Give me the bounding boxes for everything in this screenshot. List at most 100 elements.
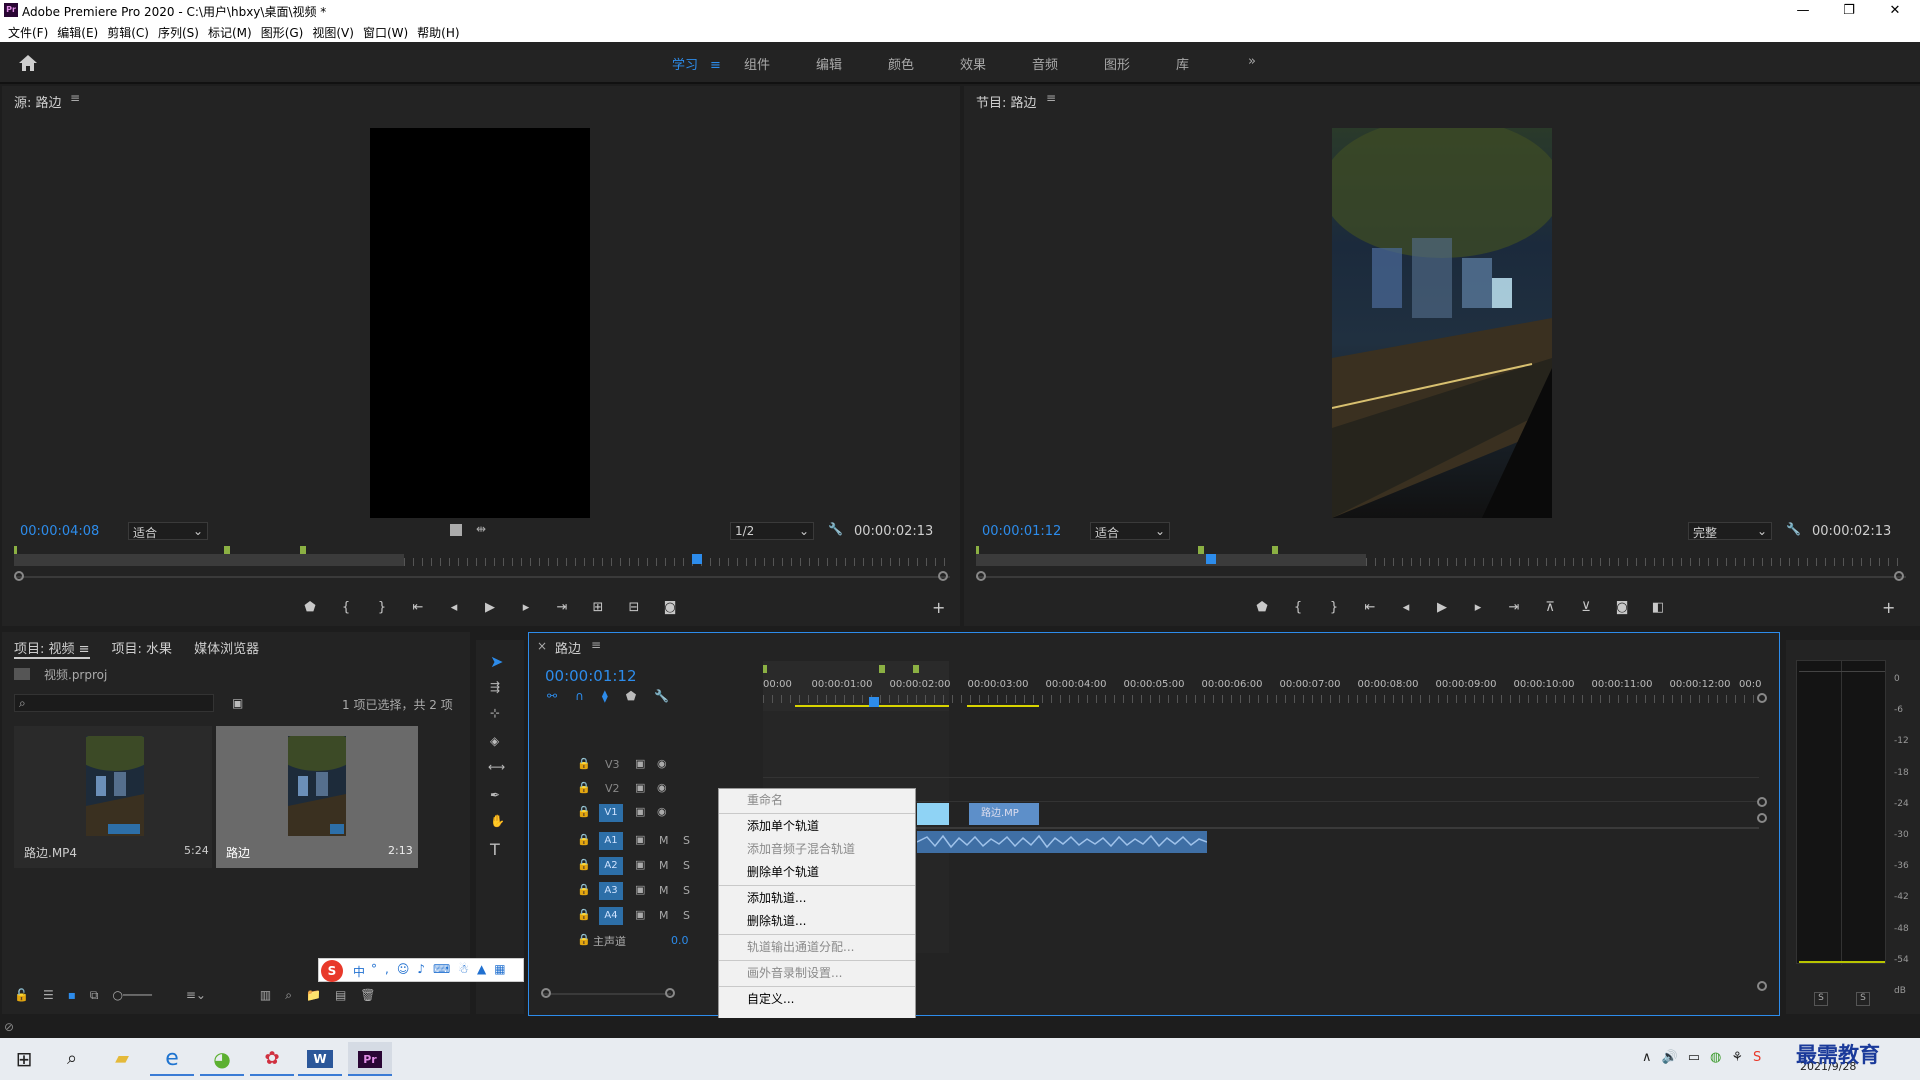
source-playhead[interactable]: [692, 554, 702, 564]
mark-in-icon[interactable]: {: [336, 600, 356, 615]
timeline-timecode[interactable]: 00:00:01:12: [545, 667, 637, 685]
mute-button[interactable]: M: [659, 859, 669, 872]
menu-edit[interactable]: 编辑(E): [55, 22, 105, 42]
lock-icon[interactable]: 🔒: [577, 933, 591, 946]
insert-clip-icon[interactable]: ⊞: [588, 600, 608, 615]
sequence-tab[interactable]: 路边: [555, 638, 581, 657]
sync-lock-icon[interactable]: ▣: [635, 805, 645, 818]
workspace-tab-color[interactable]: 颜色: [888, 54, 960, 73]
new-bin-icon[interactable]: 📁: [306, 988, 321, 1003]
solo-button[interactable]: S: [683, 909, 690, 922]
menu-item-add-tracks[interactable]: 添加轨道...: [719, 887, 915, 910]
tab-media-browser[interactable]: 媒体浏览器: [194, 638, 259, 659]
home-icon[interactable]: [18, 54, 38, 72]
menu-item-delete-tracks[interactable]: 删除轨道...: [719, 910, 915, 933]
program-quality-dropdown[interactable]: 完整 ⌄: [1688, 522, 1772, 540]
workspace-tab-editing[interactable]: 编辑: [816, 54, 888, 73]
timeline-playhead[interactable]: [869, 697, 879, 707]
snap-icon[interactable]: ∩: [575, 689, 584, 703]
overwrite-clip-icon[interactable]: ⊟: [624, 600, 644, 615]
add-marker-icon[interactable]: ⬟: [626, 689, 636, 703]
mute-button[interactable]: M: [659, 909, 669, 922]
program-scrub-area[interactable]: [976, 546, 1906, 566]
play-icon[interactable]: ▶: [1432, 600, 1452, 615]
zoom-handle-right[interactable]: [1894, 571, 1904, 581]
menu-marker[interactable]: 标记(M): [206, 22, 259, 42]
track-label[interactable]: A2: [599, 857, 623, 875]
lock-icon[interactable]: 🔒: [577, 833, 591, 846]
scroll-handle[interactable]: [541, 988, 551, 998]
solo-right-button[interactable]: S: [1856, 992, 1870, 1006]
workspace-tab-learn[interactable]: 学习 ≡: [672, 54, 744, 73]
project-search-input[interactable]: ⌕: [14, 694, 214, 712]
horizontal-scrollbar[interactable]: [543, 993, 671, 995]
track-select-tool-icon[interactable]: ⇶: [490, 680, 500, 694]
source-scrub-area[interactable]: [14, 546, 948, 566]
mute-button[interactable]: M: [659, 884, 669, 897]
new-item-icon[interactable]: ▤: [335, 988, 346, 1003]
source-timecode[interactable]: 00:00:04:08: [20, 524, 99, 539]
app-icon[interactable]: ✿: [250, 1042, 294, 1076]
tray-chevron-icon[interactable]: ∧: [1642, 1050, 1652, 1065]
program-timecode[interactable]: 00:00:01:12: [982, 524, 1061, 539]
ime-mode[interactable]: 中: [353, 963, 365, 980]
menu-graphics[interactable]: 图形(G): [259, 22, 311, 42]
workspace-tab-graphics[interactable]: 图形: [1104, 54, 1176, 73]
safe-margins-icon[interactable]: [450, 524, 462, 536]
menu-clip[interactable]: 剪辑(C): [105, 22, 156, 42]
add-marker-icon[interactable]: ⬟: [1252, 600, 1272, 615]
master-volume[interactable]: 0.0: [671, 934, 689, 947]
project-item[interactable]: 路边.MP4 5:24: [14, 726, 212, 868]
mark-out-icon[interactable]: }: [372, 600, 392, 615]
wrench-icon[interactable]: 🔧: [1786, 522, 1801, 536]
slip-tool-icon[interactable]: ⟷: [488, 760, 505, 774]
razor-tool-icon[interactable]: ◈: [490, 734, 499, 748]
edge-browser-icon[interactable]: e: [150, 1042, 194, 1076]
menu-lines-icon[interactable]: ≡: [710, 58, 721, 73]
word-icon[interactable]: W: [298, 1042, 342, 1076]
source-fit-dropdown[interactable]: 适合 ⌄: [128, 522, 208, 540]
wrench-icon[interactable]: 🔧: [828, 522, 843, 536]
video-clip[interactable]: 路边.MP: [969, 803, 1039, 825]
lock-icon[interactable]: 🔒: [577, 781, 591, 794]
lift-icon[interactable]: ⊼: [1540, 600, 1560, 615]
panel-menu-icon[interactable]: ≡: [70, 91, 80, 105]
selection-tool-icon[interactable]: ➤: [490, 652, 503, 671]
workspace-more-button[interactable]: »: [1248, 54, 1320, 73]
freeform-view-icon[interactable]: ⧉: [90, 988, 99, 1003]
zoom-slider[interactable]: ○────: [112, 988, 151, 1003]
solo-button[interactable]: S: [683, 859, 690, 872]
insert-icon[interactable]: ⇹: [476, 522, 486, 536]
add-button-icon[interactable]: +: [932, 598, 945, 617]
sync-lock-icon[interactable]: ▣: [635, 908, 645, 921]
extract-icon[interactable]: ⊻: [1576, 600, 1596, 615]
linked-selection-icon[interactable]: ⧫: [602, 689, 608, 703]
close-icon[interactable]: ✕: [1872, 0, 1918, 22]
minimize-icon[interactable]: —: [1780, 0, 1826, 22]
ime-tool-icons[interactable]: °,☺♪⌨☃▲▦: [371, 962, 514, 976]
tab-project-fruit[interactable]: 项目: 水果: [112, 638, 173, 659]
solo-button[interactable]: S: [683, 884, 690, 897]
menu-item-delete-single-track[interactable]: 删除单个轨道: [719, 861, 915, 884]
mark-in-icon[interactable]: {: [1288, 600, 1308, 615]
close-tab-icon[interactable]: ×: [537, 639, 547, 653]
windows-start-icon[interactable]: ⊞: [2, 1042, 46, 1076]
file-explorer-icon[interactable]: ▰: [100, 1042, 144, 1076]
menu-sequence[interactable]: 序列(S): [156, 22, 206, 42]
export-frame-icon[interactable]: ◙: [660, 600, 680, 615]
sort-icon[interactable]: ≡⌄: [186, 988, 206, 1003]
program-playhead[interactable]: [1206, 554, 1216, 564]
sync-lock-icon[interactable]: ▣: [635, 858, 645, 871]
mark-out-icon[interactable]: }: [1324, 600, 1344, 615]
go-to-out-icon[interactable]: ⇥: [1504, 600, 1524, 615]
menu-window[interactable]: 窗口(W): [361, 22, 415, 42]
step-back-icon[interactable]: ◂: [444, 600, 464, 615]
zoom-handle-left[interactable]: [14, 571, 24, 581]
restore-icon[interactable]: ❐: [1826, 0, 1872, 22]
track-label[interactable]: A1: [599, 832, 623, 850]
lock-icon[interactable]: 🔓: [14, 988, 29, 1003]
zoom-handle-left[interactable]: [976, 571, 986, 581]
source-monitor-title[interactable]: 源: 路边: [14, 92, 62, 111]
track-label[interactable]: A4: [599, 907, 623, 925]
trash-icon[interactable]: 🗑: [360, 988, 375, 1003]
